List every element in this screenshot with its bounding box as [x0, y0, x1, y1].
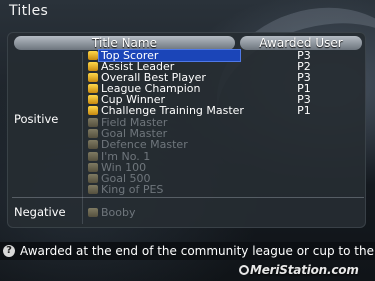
title-row-king-of-pes[interactable]: King of PES	[88, 184, 163, 195]
title-name: Defence Master	[101, 138, 188, 151]
win-icon	[88, 163, 98, 172]
column-header-user-label: Awarded User	[259, 36, 343, 50]
trophy-icon	[88, 84, 98, 93]
shield-icon	[88, 140, 98, 149]
awarded-user: P1	[297, 104, 311, 117]
category-positive: Positive	[14, 112, 59, 126]
title-name: King of PES	[101, 183, 164, 196]
title-name: Booby	[101, 206, 136, 219]
column-header-title-label: Title Name	[92, 36, 157, 50]
boots-icon	[88, 62, 98, 71]
category-separator	[12, 197, 364, 198]
title-row-booby[interactable]: Booby	[88, 207, 136, 218]
title-row-defence-master[interactable]: Defence Master	[88, 139, 188, 150]
column-header-title: Title Name	[14, 36, 235, 50]
title-row-challenge-training-master[interactable]: Challenge Training Master	[88, 105, 244, 116]
booby-icon	[88, 208, 98, 217]
cup-icon	[88, 95, 98, 104]
page-title: Titles	[9, 3, 49, 19]
help-text: Awarded at the end of the community leag…	[20, 244, 374, 258]
title-name: Challenge Training Master	[101, 104, 244, 117]
ball-icon	[88, 174, 98, 183]
crown-icon	[88, 51, 98, 60]
king-icon	[88, 185, 98, 194]
watermark: MeriStation.com	[250, 263, 359, 277]
number-one-icon	[88, 152, 98, 161]
column-header-user: Awarded User	[240, 36, 362, 50]
field-icon	[88, 118, 98, 127]
category-divider	[82, 52, 83, 224]
watermark-logo-icon	[239, 265, 249, 275]
mvp-icon	[88, 73, 98, 82]
help-icon: ?	[3, 245, 15, 257]
category-negative: Negative	[14, 205, 66, 219]
cone-icon	[88, 106, 98, 115]
goal-icon	[88, 129, 98, 138]
